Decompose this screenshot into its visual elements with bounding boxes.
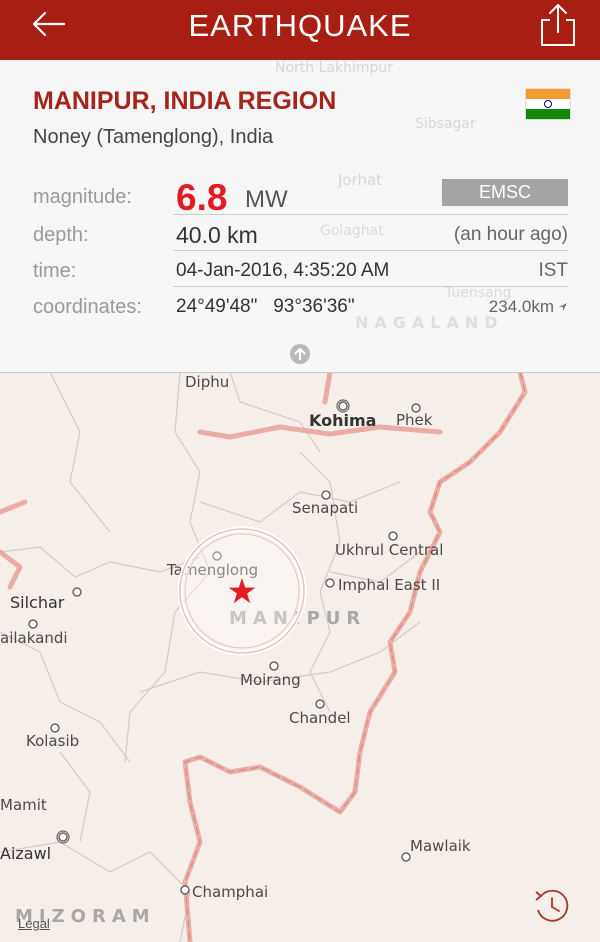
distance-value: 234.0km <box>488 297 554 316</box>
map-label-phek: Phek <box>396 411 433 429</box>
map-label-kohima: Kohima <box>309 411 376 430</box>
divider <box>173 214 568 215</box>
page-title: EARTHQUAKE <box>188 8 412 43</box>
map-label-mamit: Mamit <box>0 796 47 814</box>
magnitude-unit: MW <box>245 186 288 213</box>
map-label-chandel: Chandel <box>289 709 351 727</box>
location-arrow-icon <box>559 303 567 311</box>
map-label-ukhrul: Ukhrul Central <box>335 541 443 559</box>
map-label-champhai: Champhai <box>192 883 268 901</box>
time-row: time: 04-Jan-2016, 4:35:20 AM IST <box>33 259 568 293</box>
top-bar: EARTHQUAKE <box>0 0 600 60</box>
source-badge[interactable]: EMSC <box>442 179 568 206</box>
map-label-mawlaik: Mawlaik <box>410 837 471 855</box>
magnitude-value: 6.8 <box>176 177 228 218</box>
share-icon[interactable] <box>538 2 578 48</box>
coordinates-label: coordinates: <box>33 296 142 318</box>
time-value: 04-Jan-2016, 4:35:20 AM <box>176 260 390 281</box>
relative-time: (an hour ago) <box>453 224 568 245</box>
magnitude-label: magnitude: <box>33 186 132 208</box>
map-label-sibsagar: Sibsagar <box>415 116 476 132</box>
time-label: time: <box>33 260 77 282</box>
map-label-aizawl: Aizawl <box>0 844 51 863</box>
map-label-senapati: Senapati <box>292 499 358 517</box>
depth-value: 40.0 km <box>176 222 258 248</box>
map-view[interactable]: Diphu Kohima Phek Senapati Ukhrul Centra… <box>0 372 600 942</box>
place-name: Noney (Tamenglong), India <box>33 126 274 148</box>
map-label-moirang: Moirang <box>240 671 301 689</box>
timezone: IST <box>538 260 568 281</box>
map-label-hailakandi: ailakandi <box>0 629 68 647</box>
india-flag-icon <box>525 88 571 120</box>
legal-link[interactable]: Legal <box>18 916 50 931</box>
divider <box>173 286 568 287</box>
depth-label: depth: <box>33 224 89 246</box>
map-label-imphal-east: Imphal East II <box>338 576 440 594</box>
map-label-silchar: Silchar <box>10 593 65 612</box>
history-icon[interactable] <box>532 886 572 926</box>
coordinates-value: 24°49'48" 93°36'36" <box>176 296 355 317</box>
coordinates-row: coordinates: 24°49'48" 93°36'36" 234.0km <box>33 296 568 330</box>
epicenter-marker[interactable] <box>177 526 307 656</box>
region-title: MANIPUR, INDIA REGION <box>33 87 337 115</box>
map-label-north-lakhimpur: North Lakhimpur <box>275 60 393 76</box>
collapse-arrow-icon[interactable] <box>289 343 311 365</box>
map-label-kolasib: Kolasib <box>26 732 79 750</box>
divider <box>173 250 568 251</box>
magnitude-row: magnitude: 6.8 MW EMSC <box>33 177 568 218</box>
earthquake-info-panel: North Lakhimpur Sibsagar Jorhat Golaghat… <box>0 60 600 373</box>
map-label-diphu: Diphu <box>185 373 229 391</box>
